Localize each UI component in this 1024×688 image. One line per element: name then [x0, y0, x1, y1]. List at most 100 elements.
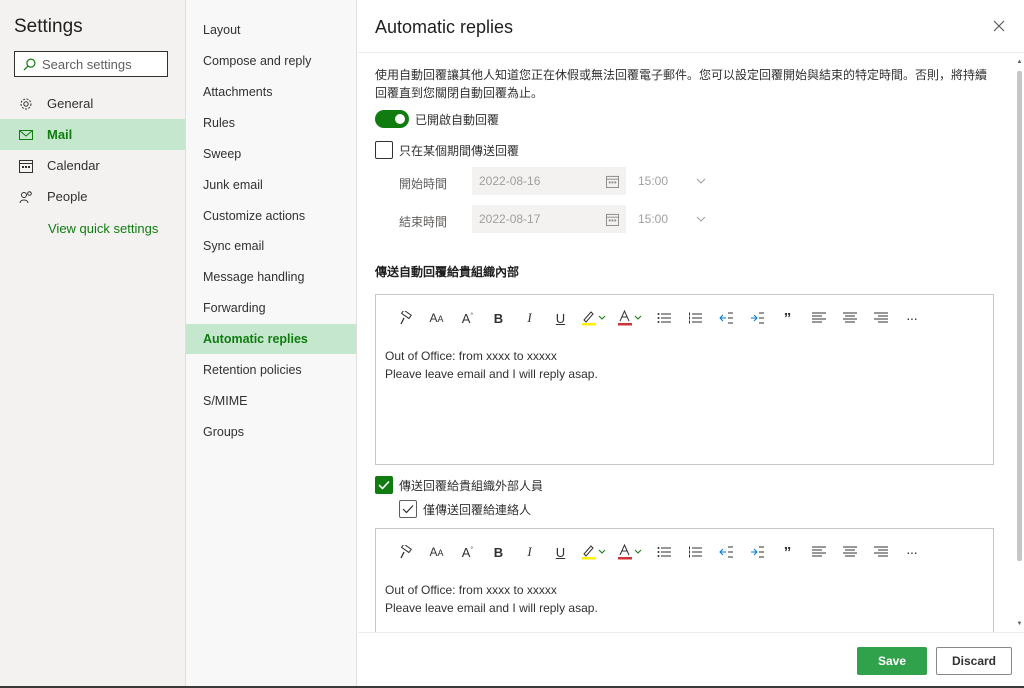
start-date-picker[interactable]: 2022-08-16 — [472, 167, 626, 195]
bullets-button[interactable] — [648, 541, 679, 563]
chevron-down-icon — [696, 216, 706, 222]
align-right-button[interactable] — [865, 307, 896, 329]
align-left-button[interactable] — [803, 541, 834, 563]
grow-font-icon: A° — [461, 544, 474, 560]
numbering-button[interactable] — [679, 541, 710, 563]
increase-indent-button[interactable] — [741, 307, 772, 329]
start-time-value: 15:00 — [638, 174, 669, 188]
format-painter-button[interactable] — [390, 307, 421, 329]
decrease-indent-button[interactable] — [710, 307, 741, 329]
format-painter-button[interactable] — [390, 541, 421, 563]
italic-button[interactable]: I — [514, 541, 545, 563]
more-options-button[interactable]: ··· — [896, 307, 927, 329]
align-right-icon — [873, 546, 888, 557]
nav-item-label: People — [47, 189, 88, 204]
align-center-button[interactable] — [834, 541, 865, 563]
mid-item-layout[interactable]: Layout — [186, 15, 356, 45]
increase-indent-button[interactable] — [741, 541, 772, 563]
mid-item-attachments[interactable]: Attachments — [186, 77, 356, 107]
scrollbar-thumb[interactable] — [1017, 71, 1022, 561]
period-checkbox[interactable] — [375, 141, 393, 159]
description-text: 使用自動回覆讓其他人知道您正在休假或無法回覆電子郵件。您可以設定回覆開始與結束的… — [375, 68, 988, 100]
quote-icon: ” — [783, 309, 792, 327]
bold-button[interactable]: B — [483, 307, 514, 329]
decrease-indent-button[interactable] — [710, 541, 741, 563]
underline-button[interactable]: U — [545, 307, 576, 329]
header-divider — [358, 52, 1024, 53]
font-color-icon — [618, 310, 642, 326]
view-quick-settings-link[interactable]: View quick settings — [48, 221, 158, 236]
bold-button[interactable]: B — [483, 541, 514, 563]
format-painter-icon — [399, 545, 412, 559]
more-options-button[interactable]: ··· — [896, 541, 927, 563]
save-button[interactable]: Save — [857, 647, 927, 675]
external-checkbox-label: 傳送回覆給貴組織外部人員 — [399, 478, 544, 493]
font-size-button[interactable]: AA — [421, 307, 452, 329]
mid-item-automatic-replies[interactable]: Automatic replies — [186, 324, 356, 354]
highlight-button[interactable] — [576, 541, 612, 563]
search-input[interactable] — [42, 56, 162, 72]
end-date-picker[interactable]: 2022-08-17 — [472, 205, 626, 233]
start-date-value: 2022-08-16 — [479, 174, 541, 188]
mid-item-junk-email[interactable]: Junk email — [186, 170, 356, 200]
nav-item-calendar[interactable]: Calendar — [0, 150, 185, 181]
italic-button[interactable]: I — [514, 307, 545, 329]
discard-button[interactable]: Discard — [936, 647, 1012, 675]
quote-button[interactable]: ” — [772, 307, 803, 329]
scroll-down-arrow-icon[interactable]: ▼ — [1015, 619, 1024, 628]
font-color-button[interactable] — [612, 541, 648, 563]
external-reply-editor[interactable]: AA A° B I U ” ··· Out of Office: from xx… — [375, 528, 994, 632]
end-time-label: 結束時間 — [399, 215, 448, 229]
align-right-icon — [873, 312, 888, 323]
underline-icon: U — [555, 310, 566, 326]
internal-reply-text[interactable]: Out of Office: from xxxx to xxxxx Pleave… — [385, 347, 598, 383]
mid-item-groups[interactable]: Groups — [186, 417, 356, 447]
start-time-select[interactable]: 15:00 — [634, 167, 712, 195]
internal-reply-editor[interactable]: AA A° B I U ” ··· Out of Office: from xx… — [375, 294, 994, 465]
nav-item-general[interactable]: General — [0, 88, 185, 119]
mid-item-retention-policies[interactable]: Retention policies — [186, 355, 356, 385]
mid-item-sweep[interactable]: Sweep — [186, 139, 356, 169]
font-color-button[interactable] — [612, 307, 648, 329]
align-center-button[interactable] — [834, 307, 865, 329]
mid-item-sync-email[interactable]: Sync email — [186, 231, 356, 261]
contacts-only-checkbox-label: 僅傳送回覆給連絡人 — [423, 502, 532, 517]
italic-icon: I — [527, 310, 532, 325]
external-line-2: Pleave leave email and I will reply asap… — [385, 601, 598, 615]
mid-item-compose-and-reply[interactable]: Compose and reply — [186, 46, 356, 76]
external-checkbox-row: 傳送回覆給貴組織外部人員 — [375, 476, 543, 494]
mail-icon — [19, 128, 33, 142]
external-reply-text[interactable]: Out of Office: from xxxx to xxxxx Pleave… — [385, 581, 598, 617]
close-button[interactable] — [990, 17, 1008, 35]
auto-reply-toggle[interactable] — [375, 110, 409, 128]
grow-font-button[interactable]: A° — [452, 541, 483, 563]
align-right-button[interactable] — [865, 541, 896, 563]
external-checkbox[interactable] — [375, 476, 393, 494]
quote-button[interactable]: ” — [772, 541, 803, 563]
more-icon: ··· — [906, 544, 918, 560]
scroll-up-arrow-icon[interactable]: ▲ — [1015, 57, 1024, 66]
panel-scrollbar[interactable]: ▲ ▼ — [1015, 53, 1024, 632]
mid-item-rules[interactable]: Rules — [186, 108, 356, 138]
font-size-button[interactable]: AA — [421, 541, 452, 563]
bullets-button[interactable] — [648, 307, 679, 329]
mid-item-smime[interactable]: S/MIME — [186, 386, 356, 416]
mid-item-message-handling[interactable]: Message handling — [186, 262, 356, 292]
numbering-button[interactable] — [679, 307, 710, 329]
contacts-only-checkbox[interactable] — [399, 500, 417, 518]
end-time-select[interactable]: 15:00 — [634, 205, 712, 233]
end-time-value: 15:00 — [638, 212, 669, 226]
highlight-button[interactable] — [576, 307, 612, 329]
search-box[interactable] — [14, 51, 168, 77]
mid-item-customize-actions[interactable]: Customize actions — [186, 201, 356, 231]
mid-item-forwarding[interactable]: Forwarding — [186, 293, 356, 323]
align-left-button[interactable] — [803, 307, 834, 329]
underline-icon: U — [555, 544, 566, 560]
nav-item-mail[interactable]: Mail — [0, 119, 185, 150]
grow-font-icon: A° — [461, 310, 474, 326]
panel-footer: Save Discard — [358, 632, 1024, 688]
nav-item-people[interactable]: People — [0, 181, 185, 212]
calendar-icon — [606, 213, 619, 226]
grow-font-button[interactable]: A° — [452, 307, 483, 329]
underline-button[interactable]: U — [545, 541, 576, 563]
